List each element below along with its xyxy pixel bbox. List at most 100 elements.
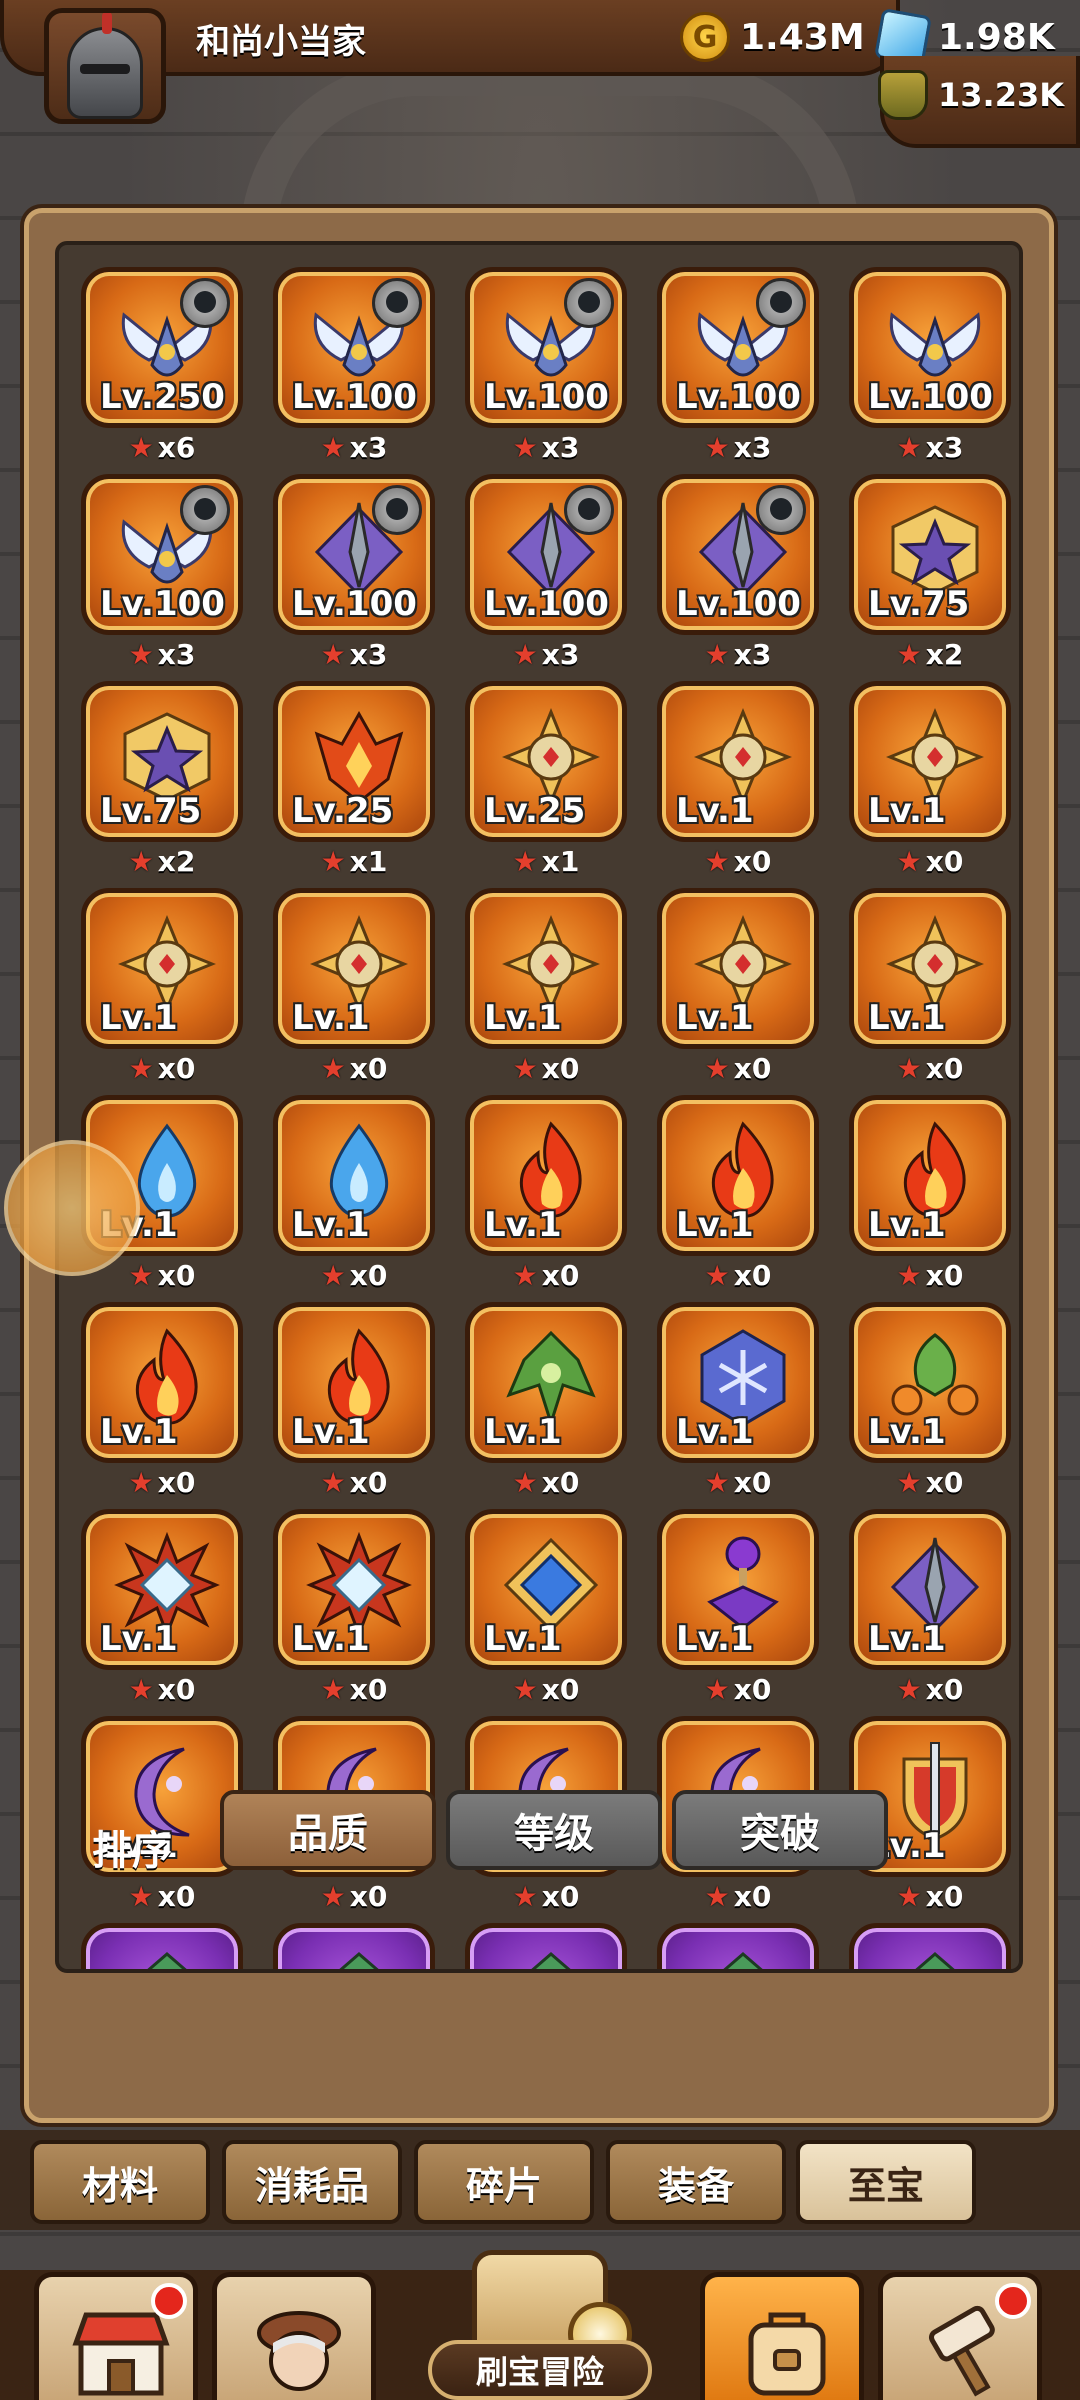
treasure-item[interactable]: Lv.1 ★x0 <box>81 888 243 1085</box>
treasure-item[interactable]: Lv.100 ★ x3 <box>657 267 819 464</box>
star-count-value: x0 <box>733 1052 772 1085</box>
treasure-tile: Lv.25 <box>465 681 627 842</box>
star-count-value: x6 <box>157 431 196 464</box>
treasure-item[interactable]: Lv.1 ★x0 <box>657 681 819 878</box>
item-level: Lv.1 <box>676 998 754 1038</box>
star-count-value: x0 <box>157 1259 196 1292</box>
star-count-value: x0 <box>157 1673 196 1706</box>
nav-forge-button[interactable] <box>878 2272 1042 2400</box>
knight-helmet-icon <box>67 13 143 119</box>
red-star-icon: ★ <box>704 1466 730 1499</box>
potion-counter[interactable]: 13.23K <box>878 68 1064 122</box>
red-star-icon: ★ <box>512 431 538 464</box>
treasure-item[interactable]: Lv.100 ★ x3 <box>465 267 627 464</box>
gold-counter[interactable]: G 1.43M <box>680 10 865 64</box>
tab-fragments[interactable]: 碎片 <box>414 2140 594 2224</box>
treasure-item[interactable] <box>657 1923 819 1969</box>
top-bar: 和尚小当家 G 1.43M 1.98K 13.23K <box>0 0 1080 150</box>
treasure-item[interactable]: Lv.100 ★ x3 <box>273 267 435 464</box>
red-star-icon: ★ <box>704 638 730 671</box>
star-count-value: x3 <box>541 638 580 671</box>
treasure-item[interactable]: Lv.100 ★ x3 <box>465 474 627 671</box>
sort-quality-button[interactable]: 品质 <box>220 1790 436 1870</box>
treasure-item[interactable]: Lv.1 ★x0 <box>657 1095 819 1292</box>
green-gem-cluster-icon <box>723 1952 763 1969</box>
equipped-hero-avatar-icon <box>756 278 806 328</box>
treasure-item[interactable]: Lv.1 ★x0 <box>273 1509 435 1706</box>
treasure-item[interactable]: Lv.1 ★x0 <box>81 1302 243 1499</box>
treasure-item[interactable]: Lv.1 ★x0 <box>273 1095 435 1292</box>
tab-equipment[interactable]: 装备 <box>606 2140 786 2224</box>
treasure-item[interactable]: Lv.100 ★ x3 <box>849 267 1011 464</box>
treasure-tile <box>849 1923 1011 1969</box>
treasure-item[interactable]: Lv.1 ★x0 <box>465 888 627 1085</box>
nav-treasure-adventure-button[interactable]: 刷宝冒险 <box>392 2250 688 2400</box>
star-count-value: x0 <box>157 1466 196 1499</box>
item-level: Lv.100 <box>292 584 417 624</box>
treasure-item[interactable]: Lv.1 ★x0 <box>273 1302 435 1499</box>
sort-breakthrough-button[interactable]: 突破 <box>672 1790 888 1870</box>
nav-bag-button[interactable] <box>700 2272 864 2400</box>
treasure-item[interactable] <box>273 1923 435 1969</box>
star-count-value: x3 <box>541 431 580 464</box>
star-count-value: x0 <box>157 1052 196 1085</box>
treasure-tile: Lv.25 <box>273 681 435 842</box>
inventory-scroll-area[interactable]: Lv.250 ★ x6 Lv.100 ★ x3 Lv.100 ★ x3 Lv.100 ★ x3 Lv.1… <box>55 241 1023 1973</box>
floating-assist-bubble[interactable] <box>4 1140 140 1276</box>
star-count-value: x0 <box>925 1880 964 1913</box>
tab-materials[interactable]: 材料 <box>30 2140 210 2224</box>
item-star-count: ★ x0 <box>465 1259 627 1292</box>
treasure-item[interactable] <box>849 1923 1011 1969</box>
equipped-hero-avatar-icon <box>564 485 614 535</box>
treasure-item[interactable]: Lv.75 ★ x2 <box>849 474 1011 671</box>
treasure-item[interactable]: Lv.1 ★x0 <box>849 681 1011 878</box>
hammer-icon <box>928 2305 995 2397</box>
star-count-value: x1 <box>349 845 388 878</box>
tab-consumables[interactable]: 消耗品 <box>222 2140 402 2224</box>
treasure-item[interactable]: Lv.25 ★ x1 <box>273 681 435 878</box>
treasure-item[interactable]: Lv.1 ★x0 <box>273 888 435 1085</box>
treasure-item[interactable]: Lv.100 ★ x3 <box>273 474 435 671</box>
item-level: Lv.1 <box>868 1619 946 1659</box>
treasure-item[interactable]: Lv.1 ★x0 <box>657 1302 819 1499</box>
item-level: Lv.1 <box>100 1619 178 1659</box>
star-count-value: x0 <box>541 1259 580 1292</box>
treasure-item[interactable]: Lv.1 ★x0 <box>657 1509 819 1706</box>
item-star-count: ★ x0 <box>657 845 819 878</box>
treasure-item[interactable] <box>465 1923 627 1969</box>
item-grid: Lv.250 ★ x6 Lv.100 ★ x3 Lv.100 ★ x3 Lv.100 ★ x3 Lv.1… <box>81 267 1011 1969</box>
treasure-tile: Lv.1 <box>849 681 1011 842</box>
red-star-icon: ★ <box>512 638 538 671</box>
treasure-item[interactable]: Lv.25 ★ x1 <box>465 681 627 878</box>
treasure-item[interactable]: Lv.1 ★x0 <box>465 1509 627 1706</box>
player-avatar[interactable] <box>44 8 166 124</box>
treasure-item[interactable]: Lv.1 ★x0 <box>849 1302 1011 1499</box>
treasure-item[interactable]: Lv.1 ★x0 <box>657 888 819 1085</box>
red-star-icon: ★ <box>896 845 922 878</box>
treasure-item[interactable]: Lv.100 ★ x3 <box>657 474 819 671</box>
nav-hero-button[interactable] <box>212 2272 376 2400</box>
treasure-item[interactable]: Lv.1 ★x0 <box>849 888 1011 1085</box>
red-star-icon: ★ <box>704 1259 730 1292</box>
treasure-item[interactable]: Lv.1 ★x0 <box>465 1302 627 1499</box>
treasure-item[interactable]: Lv.1 ★x0 <box>849 1095 1011 1292</box>
gold-coin-icon: G <box>680 12 730 62</box>
item-level: Lv.1 <box>484 1205 562 1245</box>
red-star-icon: ★ <box>512 1259 538 1292</box>
treasure-item[interactable]: Lv.1 ★x0 <box>81 1509 243 1706</box>
nav-shop-button[interactable] <box>34 2272 198 2400</box>
backpack-icon <box>748 2312 826 2396</box>
star-count-value: x1 <box>541 845 580 878</box>
sort-level-button[interactable]: 等级 <box>446 1790 662 1870</box>
treasure-item[interactable]: Lv.1 ★x0 <box>465 1095 627 1292</box>
treasure-tile: Lv.1 <box>465 1509 627 1670</box>
treasure-item[interactable]: Lv.1 ★x0 <box>849 1509 1011 1706</box>
star-count-value: x0 <box>733 1259 772 1292</box>
treasure-item[interactable]: Lv.250 ★ x6 <box>81 267 243 464</box>
tab-treasures[interactable]: 至宝 <box>796 2140 976 2224</box>
treasure-item[interactable] <box>81 1923 243 1969</box>
item-star-count: ★ x1 <box>273 845 435 878</box>
red-star-icon: ★ <box>320 1466 346 1499</box>
treasure-item[interactable]: Lv.100 ★ x3 <box>81 474 243 671</box>
treasure-item[interactable]: Lv.75 ★ x2 <box>81 681 243 878</box>
